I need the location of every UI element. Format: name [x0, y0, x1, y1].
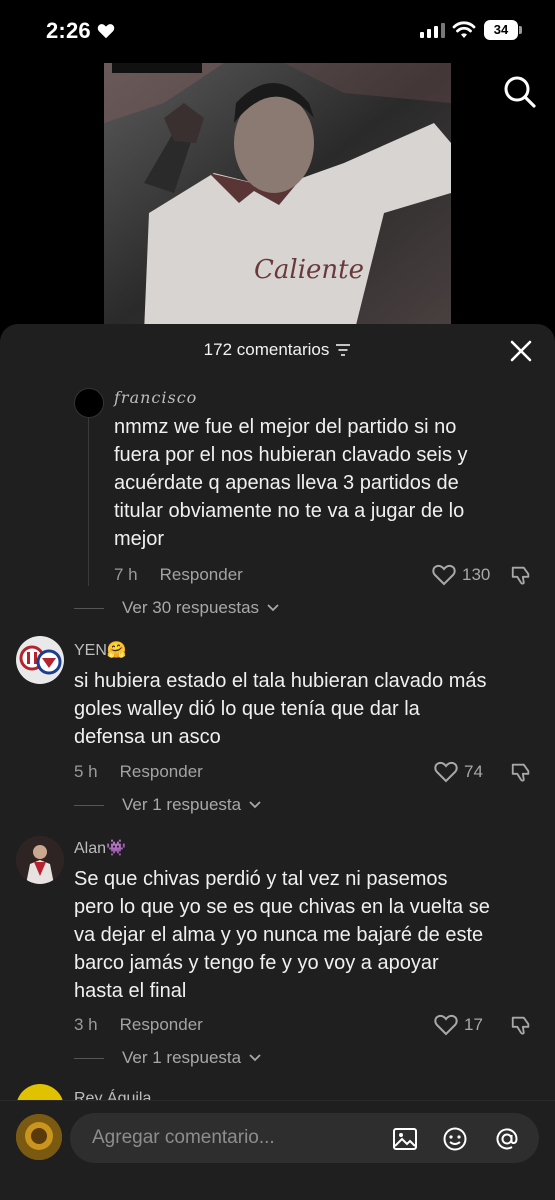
comments-count: 172 comentarios	[203, 340, 330, 359]
avatar[interactable]	[16, 836, 64, 884]
cellular-signal-icon	[420, 23, 445, 38]
chevron-down-icon	[249, 801, 261, 809]
status-time-group: 2:26	[46, 18, 115, 44]
comment-username[interactable]: YEN🤗	[74, 640, 127, 660]
comment-input-bar: Agregar comentario...	[0, 1100, 555, 1200]
view-replies-button[interactable]: Ver 30 respuestas	[74, 598, 279, 618]
comments-header: 172 comentarios	[0, 324, 555, 376]
like-button[interactable]: 74	[434, 761, 483, 783]
like-count: 17	[464, 1015, 483, 1034]
heart-outline-icon	[432, 564, 456, 586]
avatar[interactable]	[16, 636, 64, 684]
current-user-avatar[interactable]	[16, 1114, 62, 1160]
view-replies-button[interactable]: Ver 1 respuesta	[74, 1048, 261, 1068]
comment-meta: 7 h Responder	[114, 565, 243, 585]
comment-input-placeholder: Agregar comentario...	[92, 1127, 275, 1148]
reply-button[interactable]: Responder	[120, 762, 203, 782]
chevron-down-icon	[249, 1054, 261, 1062]
image-icon[interactable]	[392, 1126, 418, 1152]
comments-count-sort[interactable]: 172 comentarios	[204, 340, 352, 360]
status-bar: 2:26 34	[0, 0, 555, 62]
dislike-icon[interactable]	[510, 1014, 532, 1036]
comment-time: 5 h	[74, 762, 98, 781]
status-time: 2:26	[46, 18, 91, 43]
dislike-icon[interactable]	[510, 564, 532, 586]
video-thumbnail[interactable]: Caliente	[104, 63, 451, 333]
mention-icon[interactable]	[494, 1126, 520, 1152]
home-indicator-area	[0, 1190, 555, 1200]
like-count: 130	[462, 565, 491, 584]
chevron-down-icon	[267, 604, 279, 612]
comment-text: Se que chivas perdió y tal vez ni pasemo…	[74, 868, 490, 1002]
reply-button[interactable]: Responder	[160, 565, 243, 585]
sort-icon[interactable]	[335, 343, 351, 357]
search-icon[interactable]	[500, 72, 540, 112]
battery-indicator: 34	[484, 20, 522, 40]
like-button[interactable]: 130	[432, 564, 490, 586]
player-photo: Caliente	[104, 63, 451, 333]
comment-meta: 3 h Responder	[74, 1015, 203, 1035]
comment-time: 7 h	[114, 565, 138, 584]
emoji-icon[interactable]	[442, 1126, 468, 1152]
heart-outline-icon	[434, 761, 458, 783]
wifi-icon	[452, 21, 476, 38]
reply-thread-line	[88, 416, 89, 586]
heart-icon	[97, 24, 115, 39]
close-icon[interactable]	[508, 338, 534, 364]
heart-outline-icon	[434, 1014, 458, 1036]
reply-button[interactable]: Responder	[120, 1015, 203, 1035]
view-replies-button[interactable]: Ver 1 respuesta	[74, 795, 261, 815]
comment-text: si hubiera estado el tala hubieran clava…	[74, 670, 487, 748]
comment-username[interactable]: francisco	[114, 388, 197, 407]
comment-username[interactable]: Alan👾	[74, 838, 126, 858]
comment-meta: 5 h Responder	[74, 762, 203, 782]
like-count: 74	[464, 762, 483, 781]
comment-time: 3 h	[74, 1015, 98, 1034]
svg-text:Caliente: Caliente	[254, 255, 364, 285]
comment-text: nmmz we fue el mejor del partido si no f…	[114, 416, 468, 550]
like-button[interactable]: 17	[434, 1014, 483, 1036]
comments-sheet: 172 comentarios francisco nmmz we fue el…	[0, 324, 555, 1200]
avatar[interactable]	[74, 388, 104, 418]
comment-input[interactable]: Agregar comentario...	[70, 1113, 539, 1163]
dislike-icon[interactable]	[510, 761, 532, 783]
